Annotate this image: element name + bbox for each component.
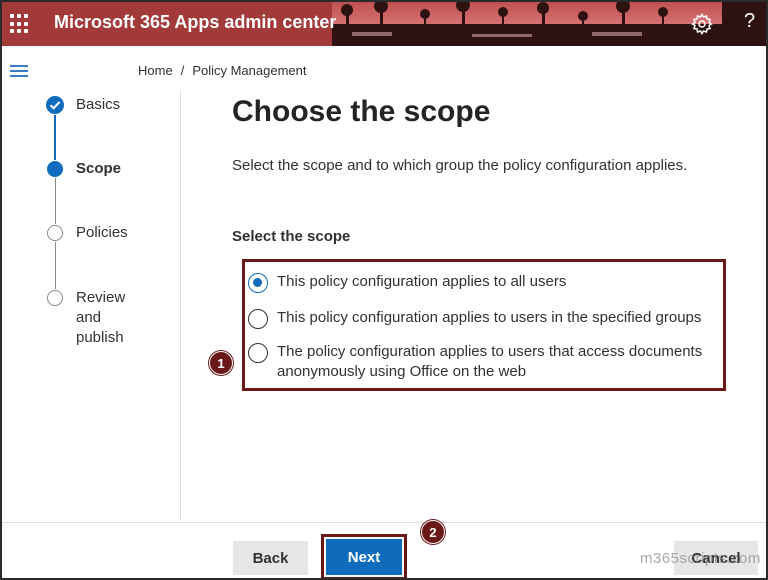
- hamburger-menu-icon[interactable]: [10, 65, 28, 77]
- breadcrumb: Home / Policy Management: [138, 63, 306, 78]
- header-bar: Microsoft 365 Apps admin center ?: [2, 2, 766, 46]
- step-label-policies[interactable]: Policies: [76, 223, 128, 243]
- page-title: Choose the scope: [232, 95, 491, 128]
- step-label-basics[interactable]: Basics: [76, 95, 120, 115]
- callout-badge-2: 2: [421, 520, 445, 544]
- breadcrumb-separator: /: [180, 63, 185, 78]
- scope-option-specified-groups[interactable]: This policy configuration applies to use…: [248, 308, 701, 329]
- step-label-review-publish[interactable]: Review and publish: [76, 288, 125, 348]
- scope-option-anonymous-web[interactable]: The policy configuration applies to user…: [248, 342, 717, 382]
- step-scope-current-icon: [47, 161, 63, 177]
- help-icon[interactable]: ?: [744, 10, 755, 33]
- callout-badge-1: 1: [209, 351, 233, 375]
- watermark-text: m365scripts.com: [640, 550, 761, 567]
- radio-unselected-icon[interactable]: [248, 309, 268, 329]
- step-label-scope[interactable]: Scope: [76, 159, 121, 179]
- stepper-connector: [54, 115, 56, 160]
- scope-option-all-users[interactable]: This policy configuration applies to all…: [248, 272, 566, 293]
- app-window: Microsoft 365 Apps admin center ? Home / P…: [0, 0, 768, 580]
- app-launcher-icon[interactable]: [10, 14, 30, 34]
- scope-section-label: Select the scope: [232, 228, 351, 245]
- next-button[interactable]: Next: [326, 539, 402, 575]
- step-policies-pending-icon: [47, 225, 63, 241]
- scope-option-label: The policy configuration applies to user…: [277, 343, 703, 380]
- breadcrumb-current: Policy Management: [192, 63, 307, 78]
- stepper-connector: [55, 242, 56, 289]
- footer-divider: [2, 522, 766, 523]
- stepper-connector: [55, 178, 56, 224]
- back-button[interactable]: Back: [233, 541, 308, 575]
- radio-unselected-icon[interactable]: [248, 343, 268, 363]
- app-title: Microsoft 365 Apps admin center: [54, 12, 337, 32]
- settings-icon[interactable]: [690, 12, 714, 36]
- page-description: Select the scope and to which group the …: [232, 157, 688, 174]
- step-review-pending-icon: [47, 290, 63, 306]
- scope-option-label: This policy configuration applies to all…: [277, 273, 567, 290]
- stepper-divider: [180, 90, 181, 520]
- breadcrumb-home-link[interactable]: Home: [138, 63, 173, 78]
- radio-selected-icon[interactable]: [248, 273, 268, 293]
- step-basics-complete-icon: [46, 96, 64, 114]
- scope-option-label: This policy configuration applies to use…: [277, 309, 702, 326]
